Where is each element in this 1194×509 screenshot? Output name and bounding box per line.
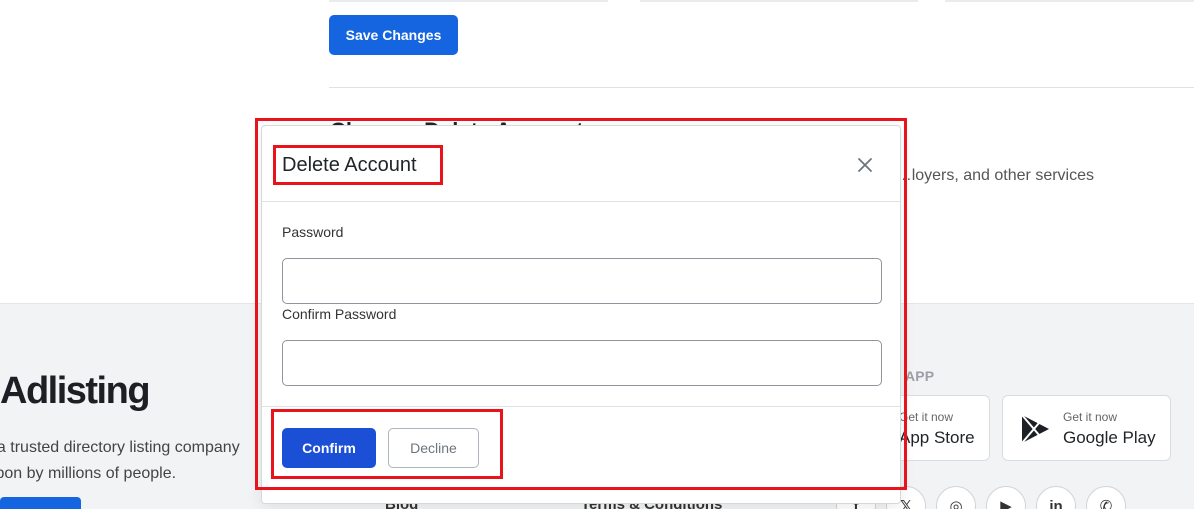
confirm-button[interactable]: Confirm <box>282 428 376 468</box>
delete-account-modal: Delete Account Password Confirm Password… <box>261 125 901 504</box>
google-play-small: Get it now <box>1063 410 1118 424</box>
decline-button[interactable]: Decline <box>388 428 479 468</box>
footer-about-line: relied upon by millions of people. <box>0 465 177 482</box>
footer-cta-button[interactable] <box>0 497 81 509</box>
top-divider <box>329 0 608 2</box>
google-play-button[interactable]: Get it now Google Play <box>1002 395 1171 461</box>
modal-footer: Confirm Decline <box>262 406 900 505</box>
confirm-password-label: Confirm Password <box>282 306 397 322</box>
google-play-icon <box>1021 414 1049 444</box>
section-divider <box>329 87 1194 88</box>
footer-about-text: Adlisting is a trusted directory listing… <box>0 435 265 487</box>
top-divider <box>945 0 1194 2</box>
app-store-small: Get it now <box>899 410 954 424</box>
download-app-heading: DOWNLOAD OUR APP <box>780 368 935 384</box>
google-play-label: Google Play <box>1063 428 1156 447</box>
modal-header: Delete Account <box>262 126 900 202</box>
save-changes-button[interactable]: Save Changes <box>329 15 458 55</box>
confirm-password-field[interactable] <box>282 340 882 386</box>
password-label: Password <box>282 224 344 240</box>
top-divider <box>640 0 918 2</box>
password-field[interactable] <box>282 258 882 304</box>
modal-title: Delete Account <box>282 154 417 176</box>
footer-brand-logo[interactable]: Adlisting <box>0 370 151 413</box>
close-icon[interactable] <box>856 156 874 174</box>
footer-about-line: Adlisting is a trusted directory listing… <box>0 439 240 456</box>
app-store-label: App Store <box>899 428 975 447</box>
